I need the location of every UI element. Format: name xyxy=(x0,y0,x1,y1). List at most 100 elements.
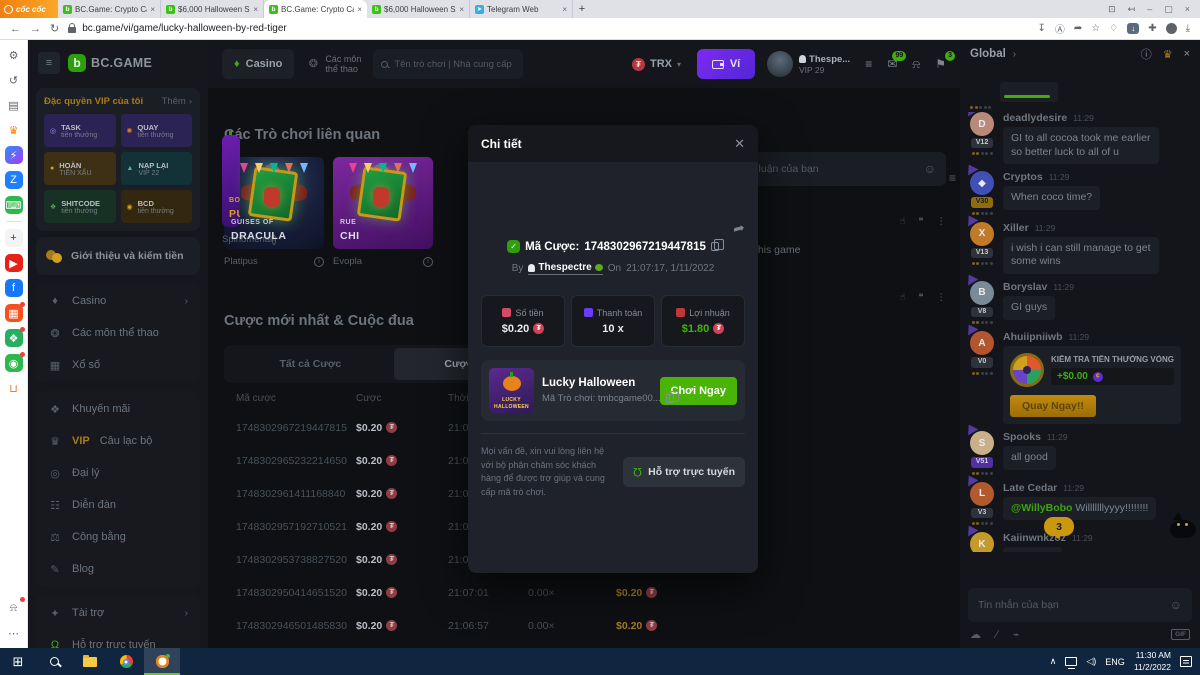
sidebar-menu-item[interactable]: ✎ Blog › xyxy=(36,553,200,585)
rain-icon[interactable]: ☁ xyxy=(970,628,981,641)
avatar[interactable]: K xyxy=(970,532,994,552)
url-field[interactable]: bc.game/vi/game/lucky-halloween-by-red-t… xyxy=(68,23,1028,34)
sidebar-menu-item[interactable]: ❂ Các môn thể thao › xyxy=(36,317,200,349)
avatar[interactable]: S xyxy=(970,431,994,455)
browser-tab[interactable]: b BC.Game: Crypto Casino Gan × xyxy=(264,0,367,18)
avatar[interactable]: X xyxy=(970,222,994,246)
bet-table-row[interactable]: 1748302946501485830 $0.20 21:06:57 0.00×… xyxy=(224,609,730,642)
url-text[interactable]: bc.game/vi/game/lucky-halloween-by-red-t… xyxy=(82,23,287,34)
maximize-button[interactable]: ▢ xyxy=(1164,4,1173,15)
plug-icon[interactable]: ⌁ xyxy=(1013,628,1020,641)
chat-username[interactable]: deadlydesire xyxy=(1003,112,1067,124)
menu-toggle-icon[interactable]: ≡ xyxy=(38,52,60,74)
action-center-icon[interactable] xyxy=(1180,656,1192,667)
new-messages-badge[interactable]: 3 xyxy=(1044,517,1074,536)
reload-icon[interactable]: ↻ xyxy=(50,22,59,35)
adblock-shield-icon[interactable]: ♢ xyxy=(1109,23,1118,34)
like-icon[interactable]: ☝ xyxy=(900,292,906,303)
browser-tab[interactable]: b $6,000 Halloween Slot Battle × xyxy=(367,0,470,18)
tab-close-icon[interactable]: × xyxy=(150,5,155,14)
avatar[interactable]: D xyxy=(970,112,994,136)
chat-username[interactable]: Boryslav xyxy=(1003,281,1047,293)
mail-icon[interactable]: ✉99 xyxy=(887,57,897,71)
sidebar-menu-item[interactable]: ❖ Khuyến mãi › xyxy=(36,393,200,425)
comment-input[interactable] xyxy=(734,163,918,175)
search-input[interactable] xyxy=(394,59,515,70)
sidebar-app-icon[interactable] xyxy=(5,404,23,592)
avatar[interactable]: A xyxy=(970,331,994,355)
network-icon[interactable] xyxy=(1065,657,1077,666)
chat-message-input[interactable] xyxy=(978,599,1164,611)
tab-close-icon[interactable]: × xyxy=(253,5,258,14)
back-icon[interactable]: ← xyxy=(10,23,21,35)
comment-menu-icon[interactable]: ⋮ xyxy=(937,292,947,303)
game-thumbnail[interactable]: RUECHI xyxy=(333,157,433,249)
avatar[interactable]: L xyxy=(970,482,994,506)
live-support-button[interactable]: Ω Hỗ trợ trực tuyến xyxy=(623,457,745,487)
chat-toggle-icon[interactable]: ⚑3 xyxy=(935,57,946,71)
browser-tab[interactable]: b BC.Game: Crypto Casino Gan × xyxy=(58,0,161,18)
casino-nav-button[interactable]: ♦ Casino xyxy=(222,49,294,79)
sidebar-menu-item[interactable]: ☷ Diễn đàn › xyxy=(36,489,200,521)
sidebar-app-icon[interactable]: ⌨ xyxy=(5,196,23,214)
chat-room-title[interactable]: Global xyxy=(970,48,1006,60)
tab-search-icon[interactable]: ⊡ xyxy=(1108,4,1116,15)
chat-username[interactable]: Xiller xyxy=(1003,222,1029,234)
share-icon[interactable]: ➦ xyxy=(1074,23,1082,34)
chat-username[interactable]: Spooks xyxy=(1003,431,1041,443)
save-page-icon[interactable]: ↧ xyxy=(1037,23,1045,34)
sidebar-menu-item[interactable]: ◎ Đại lý › xyxy=(36,457,200,489)
tab-close-icon[interactable]: × xyxy=(459,5,464,14)
game-thumbnail[interactable]: RG BOOK OFPUMPKIN xyxy=(222,135,240,227)
browser-profile-icon[interactable] xyxy=(1166,23,1177,34)
sidebar-app-icon[interactable]: + xyxy=(5,229,23,247)
spin-now-button[interactable]: Quay Ngay!! xyxy=(1010,395,1096,417)
sidebar-menu-item[interactable]: ▦ Xổ số › xyxy=(36,349,200,381)
chrome-icon[interactable] xyxy=(108,648,144,675)
translate-icon[interactable]: Ⓐ xyxy=(1055,21,1065,36)
vip-tile[interactable]: ◉ BCDtiền thưởng xyxy=(121,190,193,223)
sidebar-app-icon[interactable] xyxy=(6,221,22,222)
copy-icon[interactable] xyxy=(666,394,674,403)
sidebar-menu-item[interactable]: ⚖ Công bằng › xyxy=(36,521,200,553)
sidebar-menu-item[interactable]: Ω Hỗ trợ trực tuyến › xyxy=(36,629,200,648)
chat-input-box[interactable]: ☺ xyxy=(968,588,1192,622)
game-list-icon[interactable]: ≡ xyxy=(949,171,956,185)
referral-banner[interactable]: Giới thiệu và kiếm tiền xyxy=(36,237,200,275)
extensions-icon[interactable]: ✚ xyxy=(1148,23,1156,34)
game-card[interactable]: RUECHI Evopla i xyxy=(333,157,433,267)
speaker-icon[interactable]: ◁) xyxy=(1086,656,1096,667)
comment-menu-icon[interactable]: ⋮ xyxy=(937,216,947,227)
bell-icon[interactable]: ⍾ xyxy=(912,57,920,72)
start-button[interactable]: ⊞ xyxy=(0,648,36,675)
game-thumbnail[interactable]: LUCKYHALLOWEEN xyxy=(489,368,534,413)
taskbar-search-icon[interactable] xyxy=(36,648,72,675)
browser-tab[interactable]: ➤ Telegram Web × xyxy=(470,0,573,18)
trophy-icon[interactable]: ♛ xyxy=(1163,48,1173,61)
sidebar-app-icon[interactable]: ◉ xyxy=(5,354,23,372)
sidebar-menu-item[interactable]: ♦ Casino › xyxy=(36,285,200,317)
downloads-icon[interactable]: ⤓ xyxy=(1186,23,1190,34)
sidebar-app-icon[interactable]: ⚡ xyxy=(5,146,23,164)
vip-tile[interactable]: ❖ SHITCODEtiền thưởng xyxy=(44,190,116,223)
info-icon[interactable]: i xyxy=(314,257,324,267)
avatar[interactable] xyxy=(767,51,793,77)
avatar[interactable]: B xyxy=(970,281,994,305)
tab-close-icon[interactable]: × xyxy=(562,5,567,14)
sidebar-app-icon[interactable]: ↺ xyxy=(5,71,23,89)
sidebar-app-icon[interactable]: ⚙ xyxy=(5,46,23,64)
bet-author[interactable]: Thespectre xyxy=(528,262,602,275)
recent-tabs-icon[interactable]: ↤ xyxy=(1128,4,1136,15)
chat-commands-icon[interactable]: ∕ xyxy=(996,629,998,641)
sports-nav-button[interactable]: ❂ Các mônthể thao xyxy=(306,54,361,75)
sidebar-app-icon[interactable]: ▶ xyxy=(5,254,23,272)
chat-info-icon[interactable]: ⓘ xyxy=(1141,46,1152,62)
sidebar-app-icon[interactable]: f xyxy=(5,279,23,297)
new-tab-button[interactable]: + xyxy=(573,0,591,18)
sidebar-app-icon[interactable]: ♛ xyxy=(5,121,23,139)
tray-expand-icon[interactable]: ∧ xyxy=(1050,656,1057,667)
clock[interactable]: 11:30 AM 11/2/2022 xyxy=(1134,650,1171,672)
reply-bubble-icon[interactable]: ❝ xyxy=(918,292,923,303)
gif-icon[interactable]: GIF xyxy=(1171,629,1190,640)
vip-tile[interactable]: ✺ QUAYtiền thưởng xyxy=(121,114,193,147)
